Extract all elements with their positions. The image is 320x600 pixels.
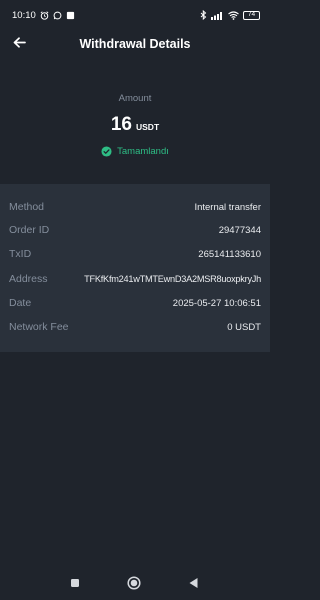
detail-label: Method bbox=[9, 201, 45, 213]
detail-label: TxID bbox=[9, 248, 32, 260]
detail-value: 265141133610 bbox=[198, 248, 261, 260]
page-title: Withdrawal Details bbox=[79, 37, 191, 51]
detail-value: 0 USDT bbox=[227, 321, 261, 333]
alarm-icon bbox=[40, 10, 49, 20]
header: Withdrawal Details bbox=[0, 30, 270, 58]
detail-value: 2025-05-27 10:06:51 bbox=[172, 297, 261, 309]
detail-row-method: Method Internal transfer bbox=[0, 196, 270, 218]
home-circle-icon bbox=[127, 576, 141, 590]
signal-icon bbox=[211, 11, 224, 20]
back-triangle-icon bbox=[188, 577, 199, 589]
status-time: 10:10 bbox=[12, 9, 36, 21]
status-text: Tamamlandı bbox=[117, 146, 169, 157]
system-nav-bar bbox=[0, 566, 270, 600]
bluetooth-icon bbox=[200, 10, 207, 20]
amount-unit: USDT bbox=[136, 122, 160, 132]
wifi-icon bbox=[228, 10, 239, 20]
detail-value: Internal transfer bbox=[194, 201, 261, 213]
detail-label: Address bbox=[9, 273, 48, 285]
status-bar: 10:10 74 bbox=[0, 0, 270, 30]
back-button[interactable] bbox=[8, 33, 30, 55]
detail-row-date: Date 2025-05-27 10:06:51 bbox=[0, 292, 270, 314]
recents-square-icon bbox=[70, 578, 80, 588]
detail-value: TFKfKfm241wTMTEwnD3A2MSR8uoxpkryJh bbox=[84, 274, 261, 284]
amount-label: Amount bbox=[118, 93, 152, 104]
arrow-left-icon bbox=[13, 35, 26, 53]
detail-row-txid: TxID 265141133610 bbox=[0, 243, 270, 265]
status-bar-right: 74 bbox=[200, 10, 260, 20]
detail-label: Date bbox=[9, 297, 32, 309]
detail-label: Network Fee bbox=[9, 321, 69, 333]
detail-row-network-fee: Network Fee 0 USDT bbox=[0, 316, 270, 338]
battery-level: 74 bbox=[247, 10, 256, 18]
status-indicator: Tamamlandı bbox=[0, 146, 270, 157]
whatsapp-icon bbox=[53, 11, 62, 20]
battery-icon: 74 bbox=[243, 10, 260, 20]
system-back-button[interactable] bbox=[186, 576, 200, 590]
detail-value: 29477344 bbox=[218, 224, 261, 236]
home-button[interactable] bbox=[127, 576, 141, 590]
detail-row-address: Address TFKfKfm241wTMTEwnD3A2MSR8uoxpkry… bbox=[0, 268, 270, 290]
amount-value: 16 bbox=[110, 114, 132, 135]
detail-row-order-id: Order ID 29477344 bbox=[0, 219, 270, 241]
status-bar-left: 10:10 bbox=[12, 10, 75, 21]
detail-label: Order ID bbox=[9, 224, 50, 236]
amount-display: 16 USDT bbox=[0, 114, 270, 136]
check-circle-icon bbox=[101, 146, 112, 157]
notification-icon bbox=[66, 11, 75, 20]
recents-button[interactable] bbox=[68, 576, 82, 590]
